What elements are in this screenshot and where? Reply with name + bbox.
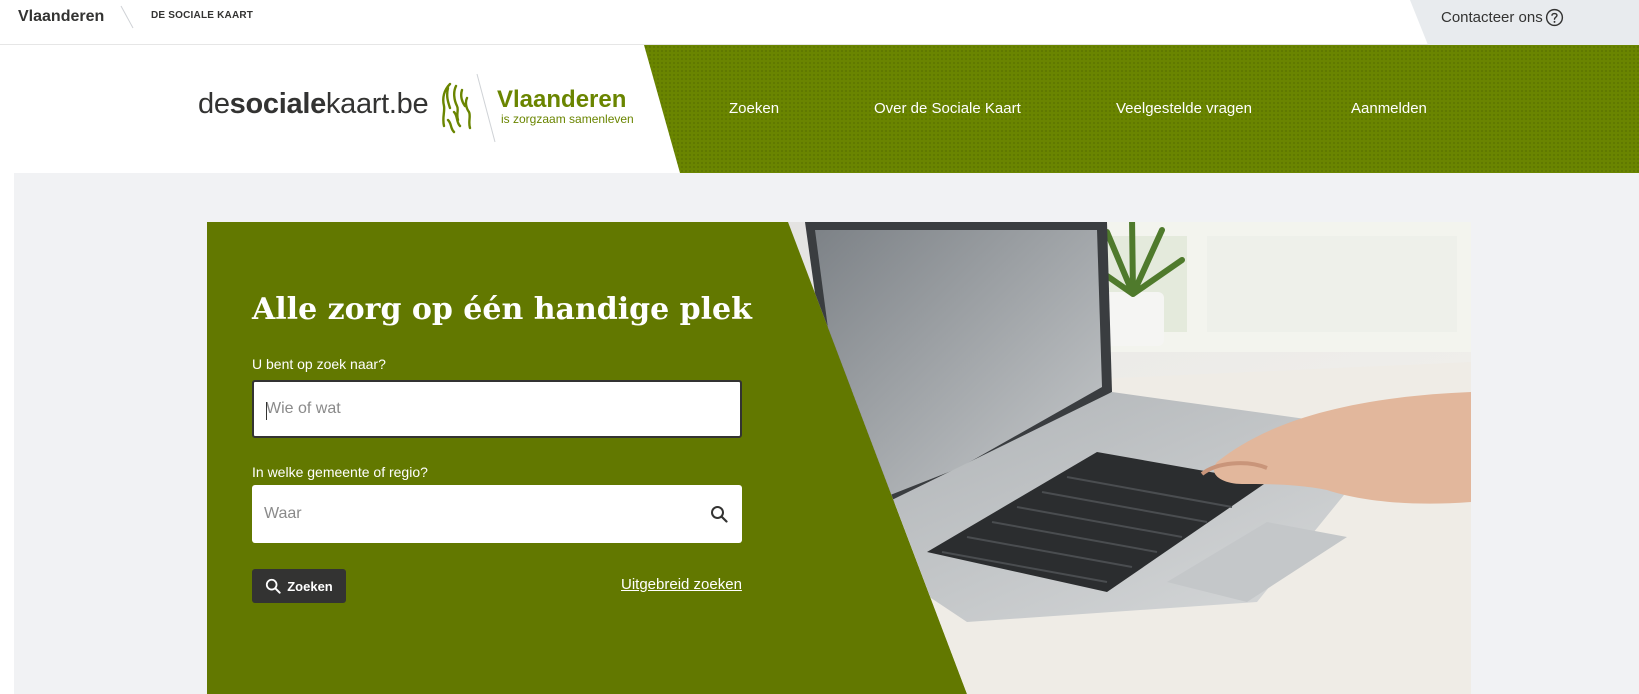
top-bar: Vlaanderen DE SOCIALE KAART bbox=[0, 0, 1639, 45]
vlaanderen-logo-name: Vlaanderen bbox=[497, 86, 627, 113]
logo-divider-icon bbox=[476, 73, 496, 143]
what-field bbox=[252, 380, 742, 438]
site-name-link[interactable]: DE SOCIALE KAART bbox=[151, 10, 253, 21]
nav-item-over[interactable]: Over de Sociale Kaart bbox=[874, 100, 1021, 117]
nav-item-aanmelden[interactable]: Aanmelden bbox=[1351, 100, 1427, 117]
flemish-lion-icon bbox=[442, 82, 472, 134]
search-button[interactable]: Zoeken bbox=[252, 569, 346, 603]
breadcrumb-separator-icon bbox=[120, 5, 134, 29]
contact-label: Contacteer ons bbox=[1441, 9, 1543, 26]
nav-item-zoeken[interactable]: Zoeken bbox=[729, 100, 779, 117]
vlaanderen-brand-link[interactable]: Vlaanderen bbox=[18, 8, 104, 26]
where-input[interactable] bbox=[264, 485, 704, 543]
search-icon[interactable] bbox=[710, 505, 728, 523]
advanced-search-link[interactable]: Uitgebreid zoeken bbox=[621, 576, 742, 593]
nav-item-faq[interactable]: Veelgestelde vragen bbox=[1116, 100, 1252, 117]
hero-title: Alle zorg op één handige plek bbox=[252, 292, 752, 327]
search-icon bbox=[266, 578, 281, 594]
contact-link[interactable]: Contacteer ons bbox=[1441, 8, 1564, 27]
text-caret bbox=[266, 402, 267, 420]
what-input[interactable] bbox=[266, 382, 706, 436]
where-label: In welke gemeente of regio? bbox=[252, 464, 428, 480]
where-field bbox=[252, 485, 742, 543]
desocialekaart-logo[interactable]: desocialekaart.be bbox=[198, 88, 429, 121]
search-button-label: Zoeken bbox=[287, 578, 333, 594]
vlaanderen-logo[interactable]: Vlaanderen is zorgzaam samenleven bbox=[497, 86, 634, 127]
what-label: U bent op zoek naar? bbox=[252, 356, 386, 372]
vlaanderen-logo-tagline: is zorgzaam samenleven bbox=[501, 112, 634, 126]
help-circle-icon bbox=[1545, 8, 1563, 27]
